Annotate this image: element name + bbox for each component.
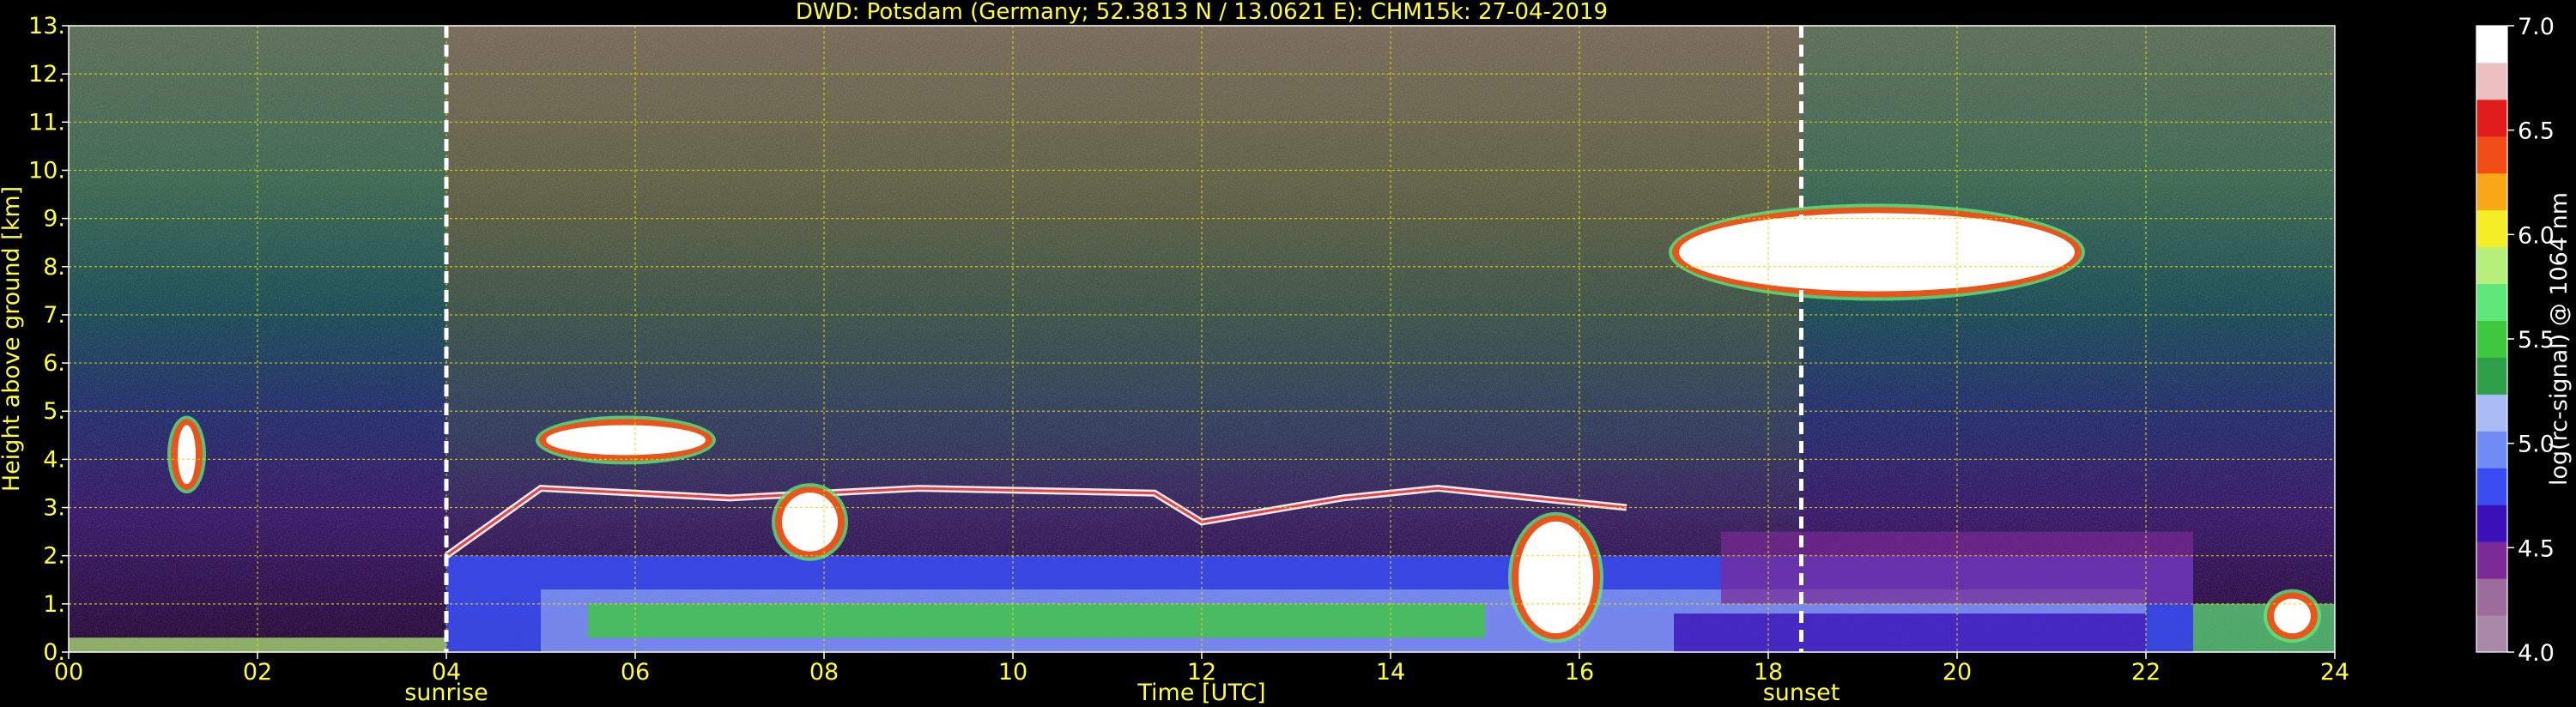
cloud-core: [546, 425, 706, 456]
y-tick-label: 8.: [43, 254, 65, 281]
colorbar-segment: [2476, 431, 2507, 468]
y-tick-label: 13.: [28, 13, 65, 39]
y-tick-label: 11.: [28, 109, 65, 136]
colorbar-segment: [2476, 246, 2507, 285]
y-tick-label: 6.: [43, 350, 65, 377]
x-tick-label: 16: [1565, 659, 1594, 686]
colorbar-segment: [2476, 62, 2507, 100]
cloud-core: [1679, 213, 2075, 292]
colorbar-segment: [2476, 26, 2507, 63]
x-axis-label: Time [UTC]: [1136, 680, 1265, 706]
y-tick-label: 7.: [43, 302, 65, 329]
cloud: [1508, 511, 1603, 644]
x-tick-label: 02: [243, 659, 272, 686]
y-tick-label: 5.: [43, 398, 65, 425]
x-tick-label: 24: [2320, 659, 2349, 686]
y-tick-label: 4.: [43, 446, 65, 473]
colorbar-segment: [2476, 541, 2507, 579]
colorbar-tick-label: 6.5: [2518, 118, 2555, 145]
cloud: [2264, 589, 2321, 644]
sunrise-label: sunrise: [404, 680, 488, 706]
cloud: [536, 415, 716, 465]
aerosol-band: [588, 603, 1485, 638]
colorbar-segment: [2476, 99, 2507, 137]
y-axis-label: Height above ground [km]: [0, 186, 25, 492]
colorbar-segment: [2476, 283, 2507, 322]
x-tick-label: 10: [998, 659, 1027, 686]
cloud-core: [782, 492, 838, 552]
y-tick-label: 9.: [43, 206, 65, 233]
y-tick-label: 1.: [43, 591, 65, 618]
y-tick-label: 12.: [28, 61, 65, 88]
colorbar-segment: [2476, 578, 2507, 616]
colorbar-label: log(rc-signal) @ 1064 nm: [2546, 192, 2573, 486]
aerosol-band: [1674, 613, 2146, 652]
colorbar-segment: [2476, 320, 2507, 358]
cloud-core: [178, 425, 196, 485]
ceilometer-chart: 00 02 04 06 08 10 12 14 16 18 20 22 240.1.2.3.4.5.6.…: [0, 0, 2573, 706]
x-tick-label: 14: [1376, 659, 1405, 686]
colorbar-tick-label: 4.0: [2518, 640, 2555, 667]
cloud-core: [1518, 521, 1593, 634]
cloud: [167, 415, 206, 494]
colorbar-segment: [2476, 468, 2507, 505]
colorbar-segment: [2476, 209, 2507, 248]
x-tick-label: 20: [1943, 659, 1972, 686]
colorbar-tick-label: 7.0: [2518, 14, 2555, 40]
colorbar-tick-label: 4.5: [2518, 535, 2555, 562]
colorbar-segment: [2476, 505, 2507, 542]
chart-title: DWD: Potsdam (Germany; 52.3813 N / 13.06…: [796, 0, 1608, 25]
colorbar: 4.04.55.05.56.06.57.0: [2476, 14, 2555, 667]
y-tick-label: 10.: [28, 157, 65, 184]
cloud: [772, 483, 848, 561]
x-tick-label: 06: [621, 659, 650, 686]
colorbar-segment: [2476, 172, 2507, 211]
sunset-label: sunset: [1763, 680, 1840, 706]
colorbar-segment: [2476, 615, 2507, 653]
x-tick-label: 08: [809, 659, 839, 686]
colorbar-segment: [2476, 394, 2507, 432]
x-tick-label: 22: [2131, 659, 2161, 686]
colorbar-segment: [2476, 357, 2507, 395]
y-tick-label: 2.: [43, 543, 65, 570]
colorbar-segment: [2476, 136, 2507, 174]
y-tick-label: 0.: [43, 639, 65, 666]
y-tick-label: 3.: [43, 495, 65, 522]
